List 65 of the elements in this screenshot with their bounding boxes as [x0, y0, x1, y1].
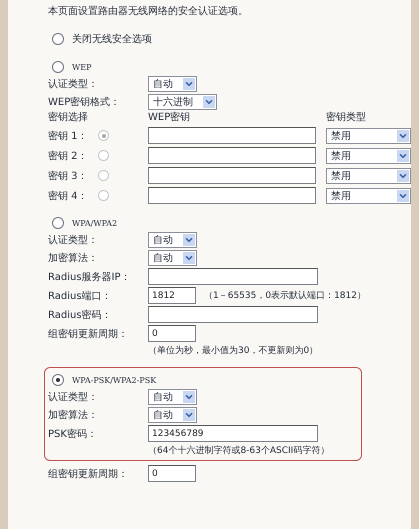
caret-icon: [183, 234, 195, 246]
field-label: 组密钥更新周期：: [48, 468, 129, 480]
radio-button[interactable]: [52, 217, 64, 229]
field-label: 认证类型：: [48, 234, 99, 247]
column-header: 密钥类型: [326, 110, 366, 124]
caret-icon: [183, 252, 195, 264]
field-label: Radius服务器IP：: [48, 270, 132, 284]
dropdown[interactable]: 自动: [148, 407, 197, 423]
input-field[interactable]: [148, 187, 316, 204]
input-field[interactable]: [148, 127, 316, 144]
key-label: 密钥 3：: [48, 170, 89, 182]
input-field[interactable]: 1812: [148, 287, 196, 304]
radio-button[interactable]: [52, 374, 64, 386]
input-field[interactable]: 0: [148, 325, 196, 342]
option-label: WPA/WPA2: [72, 218, 118, 228]
caret-icon: [397, 150, 409, 162]
input-field[interactable]: 123456789: [148, 425, 318, 442]
input-field[interactable]: [148, 306, 318, 323]
caret-icon: [203, 96, 215, 108]
column-header: WEP密钥: [148, 110, 192, 124]
field-label: Radius端口：: [48, 290, 113, 302]
option-label: WPA-PSK/WPA2-PSK: [72, 376, 156, 384]
field-label: 组密钥更新周期：: [48, 328, 129, 340]
column-header: 密钥选择: [48, 110, 89, 124]
dropdown[interactable]: 禁用: [326, 148, 411, 164]
dropdown[interactable]: 自动: [148, 232, 197, 248]
intro-text: 本页面设置路由器无线网络的安全认证选项。: [48, 4, 249, 18]
caret-icon: [397, 130, 409, 142]
radio-button[interactable]: [52, 33, 64, 45]
caret-icon: [397, 190, 409, 202]
caret-icon: [183, 409, 195, 421]
hint-text: （单位为秒，最小值为30，不更新则为0）: [148, 344, 320, 357]
field-label: WEP密钥格式：: [48, 96, 122, 109]
radio-button[interactable]: [98, 190, 109, 201]
dropdown[interactable]: 自动: [148, 76, 197, 92]
dropdown[interactable]: 自动: [148, 389, 197, 405]
key-label: 密钥 4：: [48, 190, 89, 202]
field-label: 加密算法：: [48, 408, 99, 422]
field-label: 认证类型：: [48, 78, 99, 91]
caret-icon: [183, 78, 195, 90]
dropdown[interactable]: 十六进制: [148, 94, 217, 110]
radio-button[interactable]: [52, 61, 64, 73]
hint-text: （1－65535，0表示默认端口：1812）: [204, 290, 366, 302]
dropdown[interactable]: 自动: [148, 250, 197, 266]
key-label: 密钥 2：: [48, 150, 89, 162]
option-label: 关闭无线安全选项: [72, 32, 152, 46]
caret-icon: [183, 391, 195, 403]
field-label: 认证类型：: [48, 390, 99, 404]
input-field[interactable]: [148, 147, 316, 164]
dropdown[interactable]: 禁用: [326, 188, 411, 204]
hint-text: （64个十六进制字符或8-63个ASCII码字符）: [148, 444, 330, 457]
radio-button[interactable]: [98, 130, 109, 141]
radio-button[interactable]: [98, 150, 109, 161]
option-label: WEP: [72, 62, 92, 72]
key-label: 密钥 1：: [48, 130, 89, 142]
input-field[interactable]: [148, 268, 318, 285]
field-label: 加密算法：: [48, 252, 99, 265]
input-field[interactable]: 0: [148, 465, 196, 482]
caret-icon: [397, 170, 409, 182]
field-label: PSK密码：: [48, 428, 98, 440]
radio-button[interactable]: [98, 170, 109, 181]
dropdown[interactable]: 禁用: [326, 128, 411, 144]
input-field[interactable]: [148, 167, 316, 184]
dropdown[interactable]: 禁用: [326, 168, 411, 184]
field-label: Radius密码：: [48, 308, 113, 322]
